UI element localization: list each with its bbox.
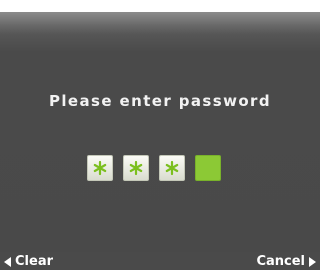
clear-label: Clear [15, 254, 53, 269]
cancel-button[interactable]: Cancel [256, 253, 316, 270]
header-shine [0, 12, 320, 34]
pin-slot-3[interactable] [159, 155, 185, 181]
pin-slot-1[interactable] [87, 155, 113, 181]
left-arrow-icon [4, 256, 11, 267]
asterisk-icon [164, 160, 180, 176]
softkey-bar: Clear Cancel [0, 252, 320, 270]
pin-entry[interactable] [87, 155, 221, 183]
right-arrow-icon [309, 256, 316, 267]
pin-slot-4-active[interactable] [195, 155, 221, 181]
clear-button[interactable]: Clear [4, 253, 53, 270]
asterisk-icon [128, 160, 144, 176]
pin-slot-2[interactable] [123, 155, 149, 181]
cancel-label: Cancel [256, 254, 305, 269]
asterisk-icon [92, 160, 108, 176]
password-dialog: Please enter password [0, 12, 320, 252]
password-prompt: Please enter password [49, 92, 271, 110]
